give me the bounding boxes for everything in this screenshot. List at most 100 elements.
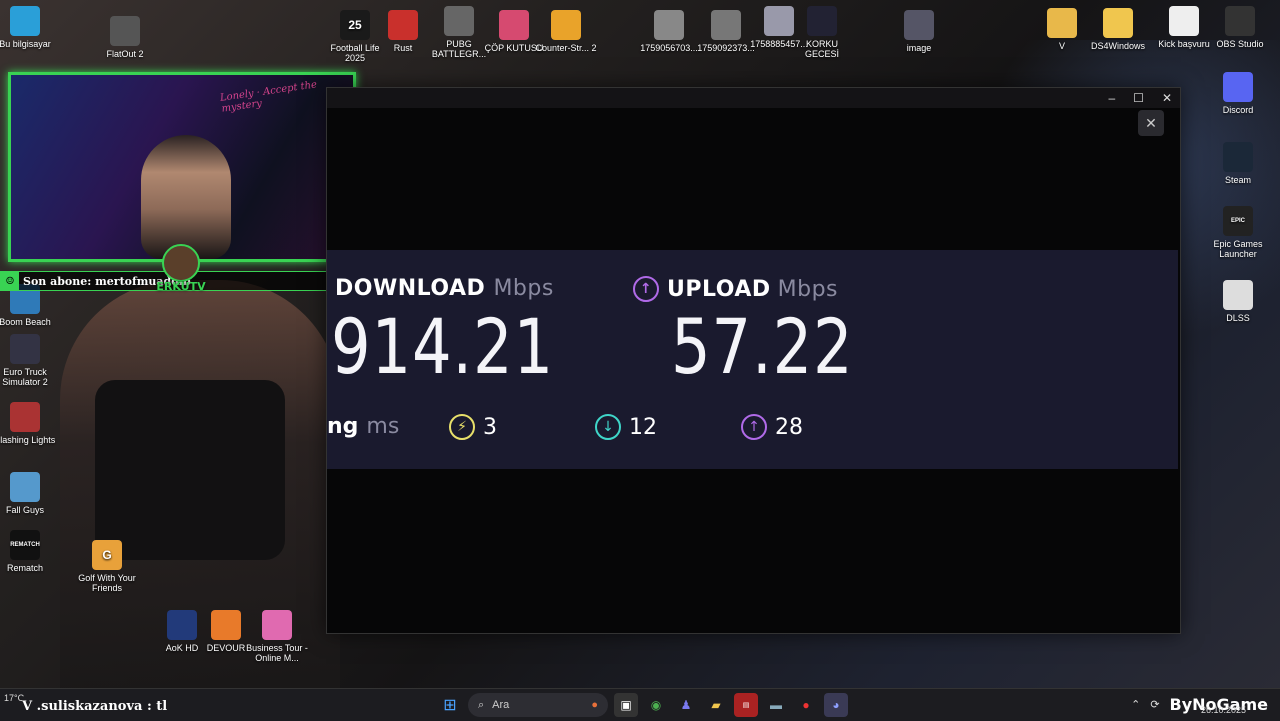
game-app-icon[interactable]: ● [794,693,818,717]
streamer-face [141,135,231,259]
image-file-icon [654,10,684,40]
desktop-icon-label: Steam [1224,175,1251,185]
ping-idle-value: 3 [483,414,497,440]
chrome-icon[interactable]: ◉ [644,693,668,717]
speedtest-panel: DOWNLOAD Mbps ↑ UPLOAD Mbps 914.21 57.22… [327,250,1178,469]
download-label: DOWNLOAD [335,276,486,301]
upload-heading: ↑ UPLOAD Mbps [633,276,838,302]
taskbar: 17°C V .suliskazanova : tl ⊞ ⌕ Ara ● ▣ ◉… [0,688,1280,721]
desktop-icon-label: Kick başvuru [1158,39,1210,49]
maximize-button[interactable]: ☐ [1133,91,1144,105]
desktop-icon-label: Counter-Str... 2 [535,43,597,53]
desktop-icon-image-file[interactable]: 1759056703... [637,10,701,53]
desktop-icon-golf[interactable]: G Golf With Your Friends [75,540,139,593]
aok-icon [167,610,197,640]
business-tour-icon [262,610,292,640]
desktop-icon-label: KORKU GECESİ [804,39,839,59]
desktop-icon-folder[interactable]: DS4Windows [1086,8,1150,51]
file-explorer-icon[interactable]: ▰ [704,693,728,717]
image-file-icon [807,6,837,36]
devour-icon [211,610,241,640]
flatout-icon [110,16,140,46]
sync-icon[interactable]: ⟳ [1150,698,1159,711]
desktop-icon-label: Epic Games Launcher [1213,239,1263,259]
desktop-icon-obs[interactable]: OBS Studio [1208,6,1272,49]
streamer-shirt [95,380,285,560]
document-icon [1169,6,1199,36]
desktop-icon-steam[interactable]: Steam [1206,142,1270,185]
folder-icon [1047,8,1077,38]
image-file-icon [904,10,934,40]
discord-taskbar-icon[interactable]: ◕ [824,693,848,717]
upload-arrow-icon: ↑ [633,276,659,302]
teams-icon[interactable]: ♟ [674,693,698,717]
ping-upload-value: 28 [775,414,803,440]
desktop-icon-file[interactable]: DLSS [1206,280,1270,323]
desktop-icon-image-file[interactable]: image [887,10,951,53]
ping-upload: ↑ 28 [741,414,803,440]
desktop-icon-label: DS4Windows [1090,41,1146,51]
desktop-icon-flatout[interactable]: FlatOut 2 [93,16,157,59]
desktop-icon-document[interactable]: Kick başvuru [1152,6,1216,49]
football-life-icon: 25 [340,10,370,40]
ping-unit: ms [366,414,400,439]
search-placeholder: Ara [492,699,510,711]
search-icon: ⌕ [478,698,485,711]
desktop-icon-rematch[interactable]: REMATCH Rematch [0,530,57,573]
subscriber-icon: ☺ [1,272,19,290]
desktop-icon-label: Golf With Your Friends [78,573,136,593]
task-view-icon[interactable]: ▣ [614,693,638,717]
flashing-lights-icon [10,402,40,432]
desktop-icon-label: Boom Beach [0,317,51,327]
desktop-icon-discord[interactable]: Discord [1206,72,1270,115]
rematch-icon: REMATCH [10,530,40,560]
desktop-icon-label: Fall Guys [5,505,44,515]
golf-icon: G [92,540,122,570]
window-close-button[interactable]: ✕ [1162,91,1172,105]
desktop-icon-folder[interactable]: V [1030,8,1094,51]
file-icon [1223,280,1253,310]
start-button[interactable]: ⊞ [438,693,462,717]
desktop-icon-cs2[interactable]: Counter-Str... 2 [534,10,598,53]
download-ping-icon: ↓ [595,414,621,440]
app-icon[interactable]: ▤ [734,693,758,717]
image-file-icon [711,10,741,40]
desktop-icon-fall-guys[interactable]: Fall Guys [0,472,57,515]
ping-label: ng [327,414,359,439]
desktop-icon-label: 1759056703... [640,43,698,53]
desktop-icon-flashing-lights[interactable]: Flashing Lights [0,402,57,445]
upload-unit: Mbps [777,276,838,302]
desktop-icon-label: image [906,43,932,53]
desktop-icon-rust[interactable]: Rust [371,10,435,53]
tray-expand-icon[interactable]: ⌃ [1131,698,1140,711]
rust-icon [388,10,418,40]
epic-games-icon: EPIC [1223,206,1253,236]
system-tray: ⌃ ⟳ ByNoGame [1131,695,1268,714]
desktop-icon-image-file[interactable]: KORKU GECESİ [790,6,854,59]
folder-icon [1103,8,1133,38]
desktop-icon-business-tour[interactable]: Business Tour - Online M... [245,610,309,663]
desktop-icon-label: Flashing Lights [0,435,56,445]
close-modal-button[interactable]: ✕ [1138,110,1164,136]
channel-logo: ERKUTV [152,244,210,294]
desktop-icon-ets2[interactable]: Euro Truck Simulator 2 [0,334,57,387]
cs2-icon [551,10,581,40]
taskbar-search[interactable]: ⌕ Ara ● [468,693,608,717]
ping-download-value: 12 [629,414,657,440]
desktop-icon-label: OBS Studio [1216,39,1264,49]
desktop-icon-epic-games[interactable]: EPIC Epic Games Launcher [1206,206,1270,259]
obs-icon [1225,6,1255,36]
desktop-icon-label: Bu bilgisayar [0,39,51,49]
ets2-icon [10,334,40,364]
taskbar-date[interactable]: 26.10.2025 [1201,705,1246,715]
window-titlebar: – ☐ ✕ [327,88,1180,108]
desktop-icon-computer[interactable]: Bu bilgisayar [0,6,57,49]
neon-sign: Lonely · Accept the mystery [219,79,318,115]
idle-ping-icon: ⚡ [449,414,475,440]
minimize-button[interactable]: – [1108,91,1115,105]
fall-guys-icon [10,472,40,502]
desktop-icon-label: Euro Truck Simulator 2 [2,367,48,387]
network-app-icon[interactable]: ▬ [764,693,788,717]
channel-avatar [162,244,200,282]
upload-value: 57.22 [671,302,854,391]
